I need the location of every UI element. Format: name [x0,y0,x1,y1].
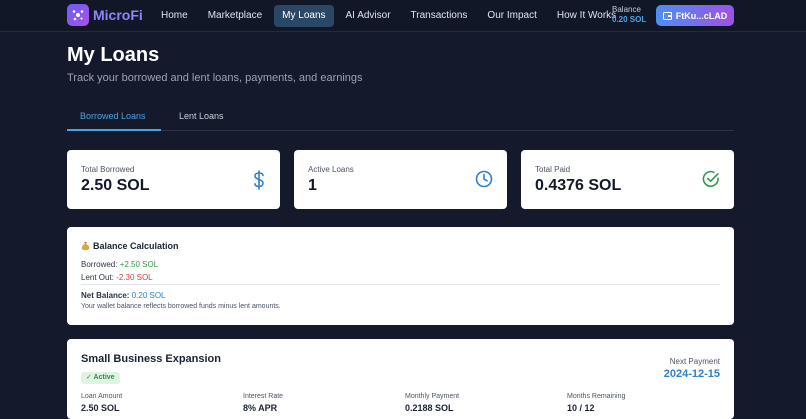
status-badge: ✓ Active [81,372,120,384]
wallet-balance: Balance 0.20 SOL [612,5,652,25]
tab-borrowed-loans[interactable]: Borrowed Loans [80,111,146,121]
loan-card[interactable]: Small Business Expansion ✓ Active Next P… [67,339,734,419]
next-payment-label: Next Payment [669,357,720,366]
borrowed-line: Borrowed: +2.50 SOL [81,260,158,269]
monthly-payment-label: Monthly Payment [405,393,460,400]
monthly-payment-value: 0.2188 SOL [405,403,454,413]
stat-value: 2.50 SOL [81,177,150,194]
stat-card-active-loans: Active Loans 1 [294,150,507,209]
sparkle-icon [67,4,89,26]
loan-tabs: Borrowed Loans Lent Loans [67,103,734,131]
divider [81,284,720,285]
check-circle-icon [702,170,720,193]
lent-line: Lent Out: -2.30 SOL [81,273,153,282]
stat-card-total-borrowed: Total Borrowed 2.50 SOL [67,150,280,209]
loan-amount-value: 2.50 SOL [81,403,120,413]
lent-label: Lent Out: [81,273,114,282]
balance-note: Your wallet balance reflects borrowed fu… [81,303,281,310]
interest-rate-label: Interest Rate [243,393,284,400]
net-value: 0.20 SOL [131,291,166,300]
tab-lent-loans[interactable]: Lent Loans [179,111,224,121]
stat-label: Total Borrowed [81,165,135,174]
months-remaining-label: Months Remaining [567,393,626,400]
logo[interactable]: MicroFi [67,4,143,26]
stat-value: 0.4376 SOL [535,177,622,194]
stat-label: Total Paid [535,165,571,174]
next-payment-date: 2024-12-15 [663,368,720,380]
active-tab-indicator [67,129,161,131]
wallet-icon [662,11,672,20]
balance-label: Balance [612,5,641,14]
app-name: MicroFi [93,7,143,23]
loan-amount-label: Loan Amount [81,393,123,400]
balance-calc-title: Balance Calculation [81,241,179,251]
page-subtitle: Track your borrowed and lent loans, paym… [67,72,363,84]
net-label: Net Balance: [81,291,130,300]
balance-calculation-card: Balance Calculation Borrowed: +2.50 SOL … [67,227,734,325]
months-remaining-value: 10 / 12 [567,403,595,413]
nav-transactions[interactable]: Transactions [403,5,476,27]
clock-icon [475,170,493,193]
loan-title: Small Business Expansion [81,353,221,365]
net-line: Net Balance: 0.20 SOL [81,291,166,300]
nav-home[interactable]: Home [153,5,196,27]
borrowed-value: +2.50 SOL [119,260,159,269]
top-nav: MicroFi Home Marketplace My Loans AI Adv… [0,0,806,32]
stat-label: Active Loans [308,165,354,174]
lent-value: -2.30 SOL [116,273,153,282]
wallet-address: FtKu...cLAD [675,10,728,21]
nav-links: Home Marketplace My Loans AI Advisor Tra… [153,5,628,27]
stat-card-total-paid: Total Paid 0.4376 SOL [521,150,734,209]
nav-marketplace[interactable]: Marketplace [200,5,270,27]
page-title: My Loans [67,44,160,66]
balance-calc-title-text: Balance Calculation [93,241,179,251]
interest-rate-value: 8% APR [243,403,278,413]
nav-ai-advisor[interactable]: AI Advisor [338,5,399,27]
dollar-icon [252,170,266,195]
balance-value: 0.20 SOL [612,15,647,24]
borrowed-label: Borrowed: [81,260,118,269]
nav-my-loans[interactable]: My Loans [274,5,334,27]
money-bag-icon [81,242,90,251]
stat-value: 1 [308,177,317,194]
wallet-button[interactable]: FtKu...cLAD [656,5,734,26]
nav-our-impact[interactable]: Our Impact [479,5,544,27]
